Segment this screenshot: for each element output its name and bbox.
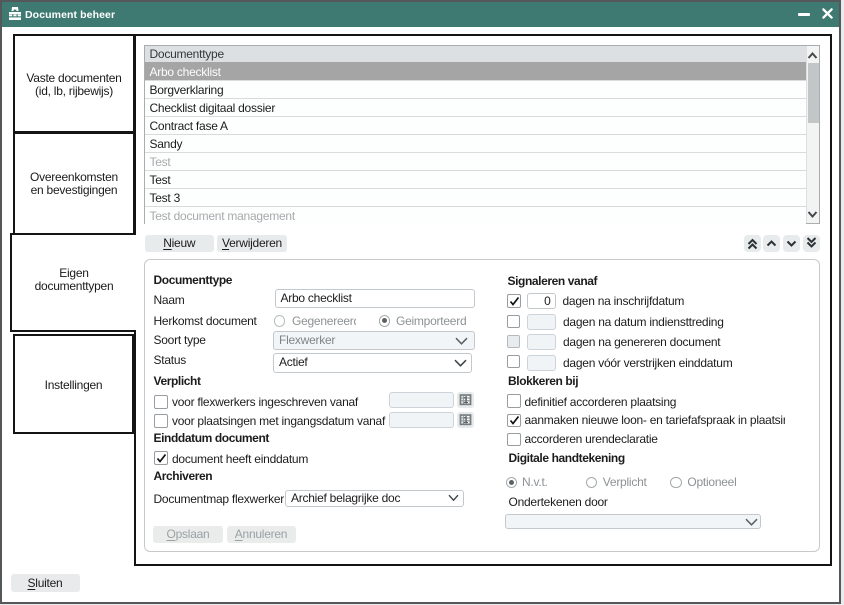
- svg-text:1: 1: [463, 395, 468, 405]
- svg-text:1: 1: [463, 415, 468, 425]
